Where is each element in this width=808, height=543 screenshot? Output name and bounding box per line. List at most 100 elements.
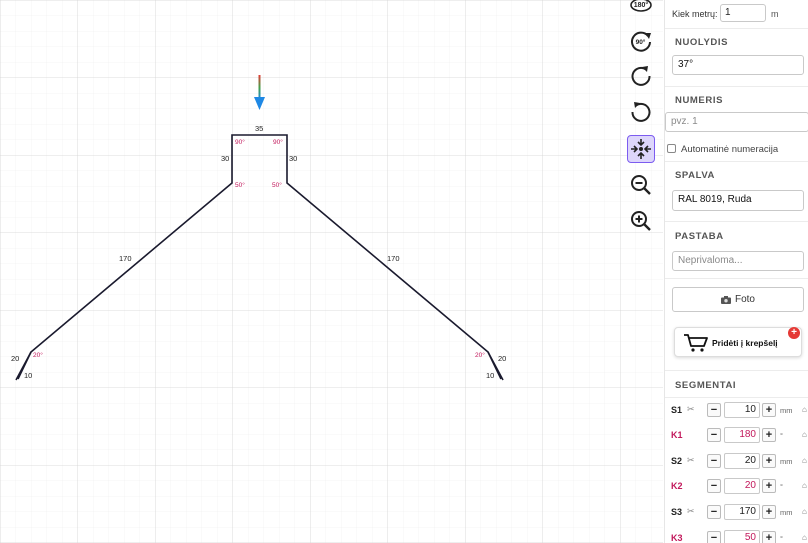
segment-row: K2 −20 + ° ⌂ (665, 476, 808, 498)
lock-icon[interactable]: ⌂ (802, 507, 807, 516)
cart-add-badge-icon: + (788, 327, 800, 339)
increment-button[interactable]: + (762, 505, 776, 519)
center-button[interactable] (627, 135, 655, 163)
divider (665, 370, 808, 371)
segment-value-input[interactable]: 180 (724, 427, 760, 443)
auto-numbering-checkbox[interactable] (667, 144, 676, 153)
segment-unit: mm (780, 457, 793, 466)
rotate-180-icon: 180° (630, 0, 652, 12)
dim-left-hem-inner: 10 (24, 371, 32, 380)
segment-name: S1 (671, 405, 683, 415)
increment-button[interactable]: + (762, 531, 776, 543)
center-icon (631, 139, 651, 159)
angle-mid-left: 50° (235, 181, 245, 189)
segment-name: S2 (671, 456, 683, 466)
number-title: NUMERIS (675, 95, 724, 106)
angle-top-right: 90° (273, 138, 283, 146)
dim-left-hem-outer: 20 (11, 354, 19, 363)
segment-name: K1 (671, 430, 683, 440)
segment-unit: ° (780, 431, 783, 440)
decrement-button[interactable]: − (707, 505, 721, 519)
dim-left-vertical: 30 (221, 154, 229, 163)
angle-hem-left: 20° (33, 351, 43, 359)
rotate-clockwise-icon (631, 66, 651, 86)
dim-left-slope: 170 (119, 254, 132, 263)
segment-row: S2 ✂ −20 + mm ⌂ (665, 451, 808, 473)
angle-hem-right: 20° (475, 351, 485, 359)
drawing-canvas[interactable]: 35 30 30 170 170 20 10 20 10 90° 90° 50°… (0, 0, 663, 543)
note-title: PASTABA (675, 231, 724, 242)
note-input[interactable]: Neprivaloma... (672, 251, 804, 271)
dim-right-hem-outer: 20 (498, 354, 506, 363)
color-select[interactable]: RAL 8019, Ruda (672, 190, 804, 211)
rotate-clockwise-button[interactable] (627, 62, 655, 90)
increment-button[interactable]: + (762, 428, 776, 442)
segment-value-input[interactable]: 20 (724, 478, 760, 494)
dim-top: 35 (255, 124, 263, 133)
color-title: SPALVA (675, 170, 716, 181)
segments-title: SEGMENTAI (675, 380, 737, 391)
scissors-icon[interactable]: ✂ (687, 404, 695, 415)
slope-input[interactable]: 37° (672, 55, 804, 75)
cart-label: Pridėti į krepšelį (712, 338, 778, 348)
dim-right-slope: 170 (387, 254, 400, 263)
dim-right-vertical: 30 (289, 154, 297, 163)
add-to-cart-button[interactable]: Pridėti į krepšelį (674, 327, 802, 357)
segment-name: K3 (671, 533, 683, 543)
decrement-button[interactable]: − (707, 403, 721, 417)
lock-icon[interactable]: ⌂ (802, 481, 807, 490)
increment-button[interactable]: + (762, 403, 776, 417)
auto-numbering-label: Automatinė numeracija (681, 144, 779, 155)
divider (665, 28, 808, 29)
rotate-180-button[interactable]: 180° (627, 0, 655, 18)
meters-unit: m (771, 9, 779, 19)
camera-icon (720, 295, 731, 304)
decrement-button[interactable]: − (707, 454, 721, 468)
divider (665, 397, 808, 398)
segment-value-input[interactable]: 170 (724, 504, 760, 520)
divider (665, 221, 808, 222)
scissors-icon[interactable]: ✂ (687, 455, 695, 466)
segment-unit: ° (780, 482, 783, 491)
divider (665, 161, 808, 162)
increment-button[interactable]: + (762, 454, 776, 468)
angle-top-left: 90° (235, 138, 245, 146)
segment-name: K2 (671, 481, 683, 491)
rotate-counterclockwise-button[interactable] (627, 98, 655, 126)
decrement-button[interactable]: − (707, 531, 721, 543)
profile-drawing[interactable]: 35 30 30 170 170 20 10 20 10 90° 90° 50°… (0, 0, 663, 543)
meters-input[interactable]: 1 (720, 4, 766, 22)
segment-value-input[interactable]: 50 (724, 530, 760, 543)
segment-value-input[interactable]: 20 (724, 453, 760, 469)
increment-button[interactable]: + (762, 479, 776, 493)
segment-unit: mm (780, 508, 793, 517)
photo-button[interactable]: Foto (672, 287, 804, 312)
lock-icon[interactable]: ⌂ (802, 533, 807, 542)
number-input[interactable]: pvz. 1 (665, 112, 808, 132)
grid-background (0, 0, 663, 543)
segment-row: K3 −50 + ° ⌂ (665, 528, 808, 543)
zoom-out-icon (631, 175, 651, 195)
lock-icon[interactable]: ⌂ (802, 430, 807, 439)
rotate-90-button[interactable]: 90° (627, 27, 655, 55)
zoom-in-icon (631, 211, 651, 231)
scissors-icon[interactable]: ✂ (687, 506, 695, 517)
zoom-out-button[interactable] (627, 171, 655, 199)
divider (665, 86, 808, 87)
zoom-in-button[interactable] (627, 207, 655, 235)
rotate-180-label: 180° (634, 1, 649, 9)
meters-label: Kiek metrų: (672, 9, 718, 19)
rotate-90-label: 90° (636, 38, 646, 46)
decrement-button[interactable]: − (707, 428, 721, 442)
segment-row: S3 ✂ −170 + mm ⌂ (665, 502, 808, 524)
segment-value-input[interactable]: 10 (724, 402, 760, 418)
lock-icon[interactable]: ⌂ (802, 405, 807, 414)
decrement-button[interactable]: − (707, 479, 721, 493)
segment-unit: ° (780, 534, 783, 543)
segment-row: K1 −180 + ° ⌂ (665, 425, 808, 447)
lock-icon[interactable]: ⌂ (802, 456, 807, 465)
cart-icon (684, 334, 708, 352)
segment-name: S3 (671, 507, 683, 517)
slope-title: NUOLYDIS (675, 37, 729, 48)
angle-mid-right: 50° (272, 181, 282, 189)
